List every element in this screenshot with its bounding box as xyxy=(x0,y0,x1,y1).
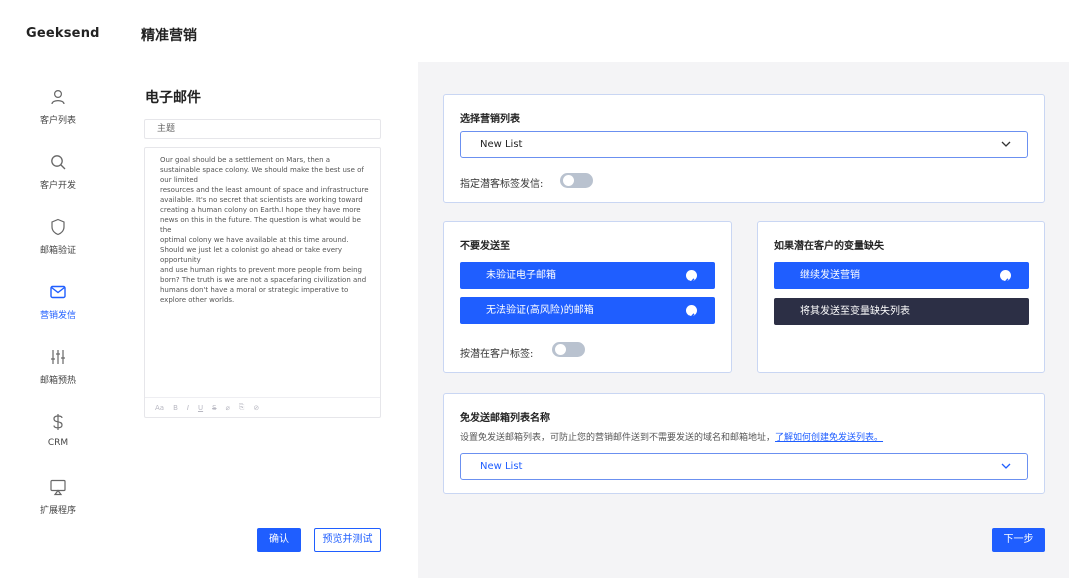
suppression-list-select[interactable]: New List xyxy=(460,453,1028,480)
email-body-editor[interactable]: Our goal should be a settlement on Mars,… xyxy=(144,147,381,418)
suppression-list-description: 设置免发送邮箱列表，可防止您的营销邮件送到不需要发送的域名和邮箱地址，了解如何创… xyxy=(460,430,883,443)
learn-suppression-link[interactable]: 了解如何创建免发送列表。 xyxy=(775,433,883,443)
do-not-send-title: 不要发送至 xyxy=(460,241,510,252)
chevron-down-icon xyxy=(1001,463,1011,469)
sidebar: 客户列表 客户开发 邮箱验证 营销发信 邮箱预热 CRM 扩展程序 xyxy=(0,62,116,578)
marketing-list-title: 选择营销列表 xyxy=(460,114,520,125)
tag-sending-label: 指定潜客标签发信: xyxy=(460,179,544,190)
strikethrough-icon[interactable]: S xyxy=(212,404,216,412)
subject-input[interactable]: 主题 xyxy=(144,119,381,139)
option-continue-sending[interactable]: 继续发送营销 xyxy=(774,262,1029,289)
description-text: 设置免发送邮箱列表，可防止您的营销邮件送到不需要发送的域名和邮箱地址， xyxy=(460,433,776,443)
editor-title: 电子邮件 xyxy=(145,90,201,106)
option-label: 无法验证(高风险)的邮箱 xyxy=(486,305,594,316)
toggle-knob xyxy=(563,175,574,186)
sidebar-item-customer-list[interactable]: 客户列表 xyxy=(0,88,116,144)
check-icon xyxy=(686,270,697,284)
sidebar-item-campaign-sending[interactable]: 营销发信 xyxy=(0,283,116,339)
underline-icon[interactable]: U xyxy=(198,404,203,412)
suppression-list-card: 免发送邮箱列表名称 设置免发送邮箱列表，可防止您的营销邮件送到不需要发送的域名和… xyxy=(443,393,1045,494)
attachment-icon[interactable]: ⊘ xyxy=(253,404,259,412)
sidebar-item-extensions[interactable]: 扩展程序 xyxy=(0,478,116,534)
option-unverified-email[interactable]: 未验证电子邮箱 xyxy=(460,262,715,289)
shield-icon xyxy=(51,218,65,236)
format-toolbar: Aa B I U S ⌀ ⎘ ⊘ xyxy=(145,397,380,417)
suppression-list-value: New List xyxy=(480,461,523,472)
option-high-risk-email[interactable]: 无法验证(高风险)的邮箱 xyxy=(460,297,715,324)
confirm-button[interactable]: 确认 xyxy=(257,528,301,552)
preview-test-button[interactable]: 预览并测试 xyxy=(314,528,381,552)
sidebar-item-crm[interactable]: CRM xyxy=(0,413,116,469)
option-label: 继续发送营销 xyxy=(800,270,860,281)
option-label: 未验证电子邮箱 xyxy=(486,270,556,281)
brand-logo[interactable]: Geeksend xyxy=(26,26,100,41)
campaign-settings: 选择营销列表 New List 指定潜客标签发信: 不要发送至 未验证电子邮箱 … xyxy=(418,62,1069,578)
font-size-icon[interactable]: Aa xyxy=(155,404,164,412)
sidebar-item-label: 邮箱验证 xyxy=(39,246,76,256)
sidebar-item-label: CRM xyxy=(47,438,69,448)
email-editor-panel: 电子邮件 主题 Our goal should be a settlement … xyxy=(116,62,418,578)
do-not-send-card: 不要发送至 未验证电子邮箱 无法验证(高风险)的邮箱 按潜在客户标签: xyxy=(443,221,732,373)
image-icon[interactable]: ⎘ xyxy=(239,403,245,412)
toggle-knob xyxy=(555,344,566,355)
sidebar-item-email-verify[interactable]: 邮箱验证 xyxy=(0,218,116,274)
italic-icon[interactable]: I xyxy=(187,404,189,412)
sidebar-item-label: 营销发信 xyxy=(39,311,76,321)
sidebar-item-label: 扩展程序 xyxy=(39,506,76,516)
next-step-button[interactable]: 下一步 xyxy=(992,528,1045,552)
sidebar-item-email-warmup[interactable]: 邮箱预热 xyxy=(0,348,116,404)
monitor-icon xyxy=(50,479,66,496)
option-label: 将其发送至变量缺失列表 xyxy=(800,306,910,317)
mail-icon xyxy=(50,285,66,299)
link-icon[interactable]: ⌀ xyxy=(226,404,230,412)
check-icon xyxy=(686,305,697,319)
prospect-tag-label: 按潜在客户标签: xyxy=(460,349,534,360)
marketing-list-select[interactable]: New List xyxy=(460,131,1028,158)
marketing-list-value: New List xyxy=(480,139,523,150)
top-bar: Geeksend 精准营销 xyxy=(0,0,1069,62)
dollar-icon xyxy=(53,414,63,430)
missing-variable-card: 如果潜在客户的变量缺失 继续发送营销 将其发送至变量缺失列表 xyxy=(757,221,1045,373)
check-icon xyxy=(1000,270,1011,284)
sidebar-item-label: 客户开发 xyxy=(39,181,76,191)
email-body-text[interactable]: Our goal should be a settlement on Mars,… xyxy=(160,155,372,305)
marketing-list-card: 选择营销列表 New List 指定潜客标签发信: xyxy=(443,94,1045,203)
chevron-down-icon xyxy=(1001,141,1011,147)
bold-icon[interactable]: B xyxy=(173,404,178,412)
sidebar-item-prospecting[interactable]: 客户开发 xyxy=(0,153,116,209)
sliders-icon xyxy=(51,350,65,364)
option-send-to-missing-list[interactable]: 将其发送至变量缺失列表 xyxy=(774,298,1029,325)
user-icon xyxy=(51,89,65,105)
page-title: 精准营销 xyxy=(141,28,197,44)
missing-variable-title: 如果潜在客户的变量缺失 xyxy=(774,241,884,252)
suppression-list-title: 免发送邮箱列表名称 xyxy=(460,413,550,424)
prospect-tag-toggle[interactable] xyxy=(552,342,585,357)
sidebar-item-label: 邮箱预热 xyxy=(39,376,76,386)
sidebar-item-label: 客户列表 xyxy=(39,116,76,126)
tag-sending-toggle[interactable] xyxy=(560,173,593,188)
search-icon xyxy=(51,155,66,170)
